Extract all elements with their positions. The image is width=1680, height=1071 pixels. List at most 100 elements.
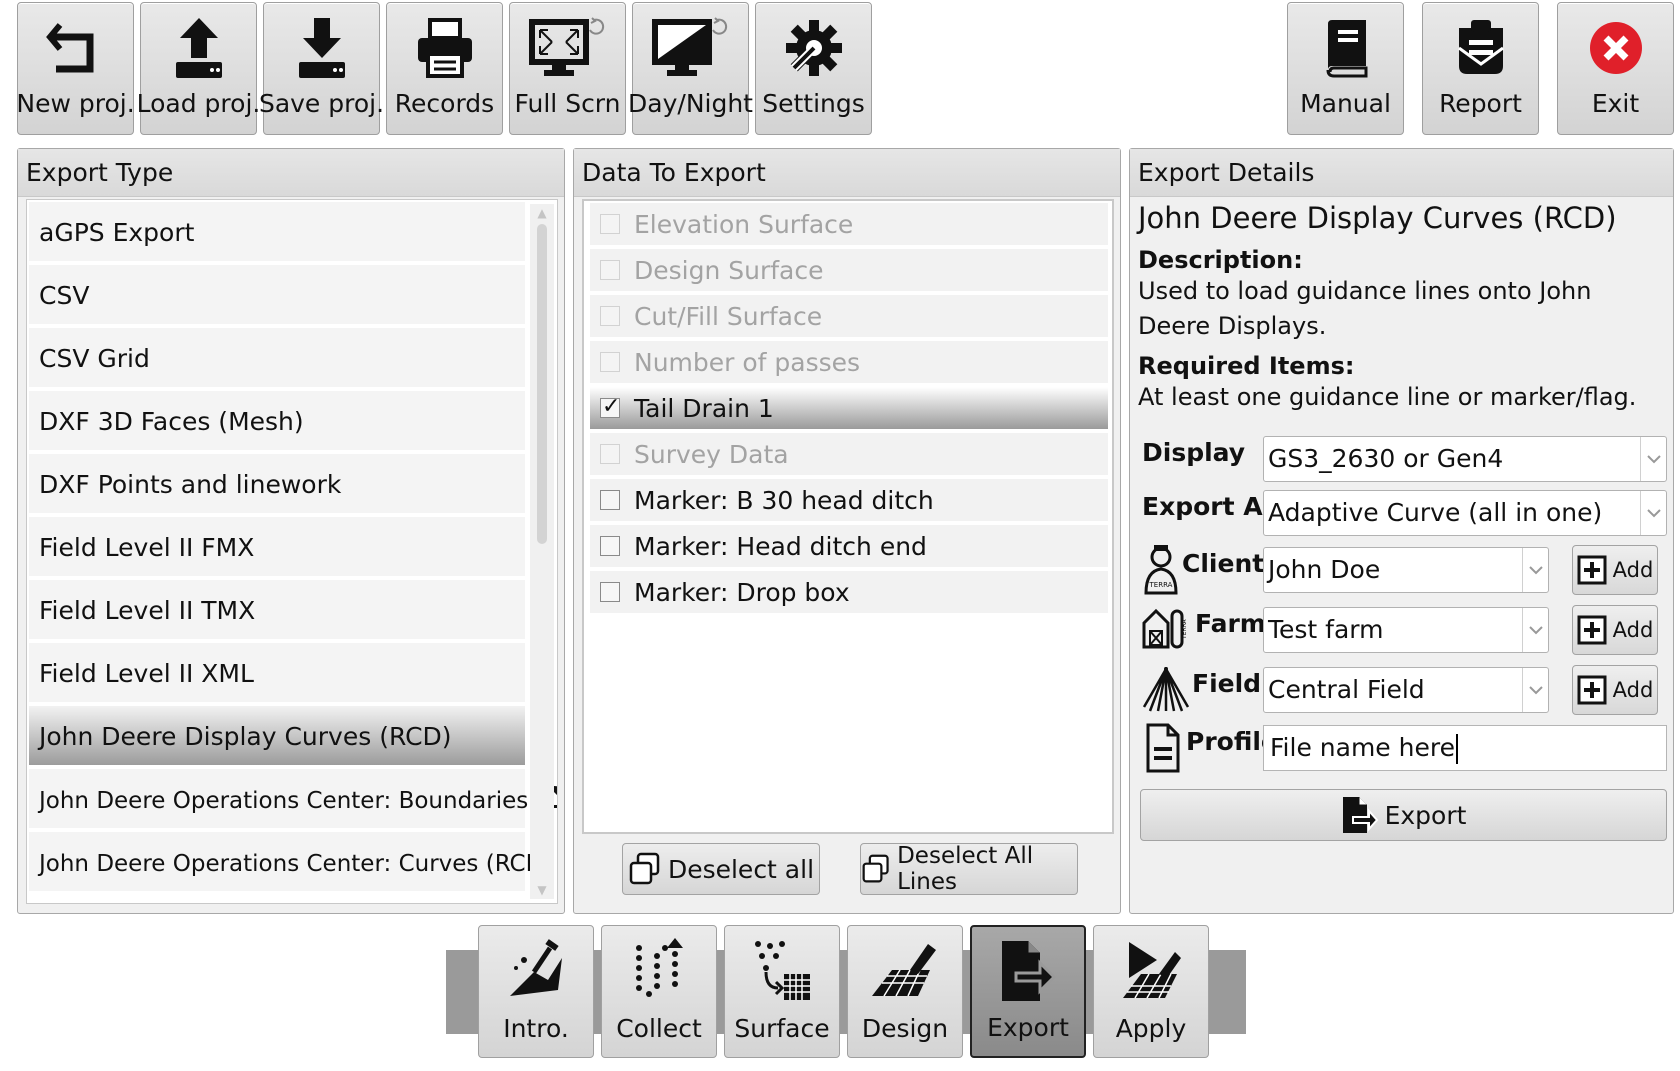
- export-type-item[interactable]: DXF Points and linework: [29, 454, 525, 515]
- data-to-export-panel: Data To Export Elevation Surface Design …: [573, 148, 1121, 914]
- field-dropdown[interactable]: Central Field: [1263, 667, 1549, 713]
- export-type-item[interactable]: CSV: [29, 265, 525, 326]
- export-type-item[interactable]: CSV Grid: [29, 328, 525, 389]
- nav-collect-label: Collect: [616, 1014, 702, 1043]
- required-items-text: At least one guidance line or marker/fla…: [1138, 383, 1637, 411]
- new-project-button[interactable]: New proj.: [16, 2, 135, 135]
- profile-file-name-input[interactable]: File name here: [1263, 725, 1667, 771]
- export-type-title: Export Type: [18, 149, 564, 197]
- data-row-survey-data[interactable]: Survey Data: [590, 433, 1108, 477]
- export-type-item[interactable]: DXF 3D Faces (Mesh): [29, 391, 525, 452]
- client-dropdown[interactable]: John Doe: [1263, 547, 1549, 593]
- checkbox[interactable]: [600, 260, 620, 280]
- export-type-item[interactable]: John Deere Operations Center: Boundaries: [29, 769, 557, 830]
- nav-intro-label: Intro.: [503, 1014, 569, 1043]
- farm-dropdown[interactable]: Test farm: [1263, 607, 1549, 653]
- chevron-down-icon[interactable]: [1640, 491, 1666, 535]
- data-row-number-of-passes[interactable]: Number of passes: [590, 341, 1108, 385]
- data-row-elevation-surface[interactable]: Elevation Surface: [590, 203, 1108, 247]
- records-button[interactable]: Records: [386, 2, 503, 135]
- save-project-button[interactable]: Save proj.: [259, 2, 384, 135]
- nav-export-label: Export: [987, 1013, 1069, 1042]
- export-type-panel: Export Type aGPS Export CSV CSV Grid DXF…: [17, 148, 565, 914]
- checkbox[interactable]: [600, 444, 620, 464]
- export-type-item-selected[interactable]: John Deere Display Curves (RCD): [29, 706, 525, 767]
- checkbox[interactable]: [600, 306, 620, 326]
- day-night-monitor-icon: [633, 13, 748, 83]
- new-project-label: New proj.: [16, 89, 135, 118]
- export-type-item[interactable]: aGPS Export: [29, 202, 525, 263]
- export-as-dropdown[interactable]: Adaptive Curve (all in one): [1263, 490, 1667, 536]
- add-client-button[interactable]: Add: [1572, 545, 1658, 595]
- day-night-button[interactable]: Day/Night: [628, 2, 753, 135]
- export-as-label: Export As: [1142, 492, 1278, 521]
- farm-barn-icon: TERRA: [1142, 605, 1188, 653]
- deselect-all-lines-button[interactable]: Deselect All Lines: [860, 843, 1078, 895]
- nav-surface-button[interactable]: Surface: [724, 925, 840, 1058]
- chevron-down-icon[interactable]: [1522, 548, 1548, 592]
- records-label: Records: [394, 89, 495, 118]
- export-button[interactable]: Export: [1140, 789, 1667, 841]
- nav-design-button[interactable]: Design: [847, 925, 963, 1058]
- scroll-up-icon[interactable]: ▲: [530, 206, 554, 220]
- close-circle-icon: [1558, 13, 1673, 83]
- undo-arrow-icon: [18, 13, 133, 83]
- download-icon: [264, 13, 379, 83]
- checkbox[interactable]: [600, 536, 620, 556]
- load-project-button[interactable]: Load proj.: [137, 2, 260, 135]
- exit-button[interactable]: Exit: [1557, 2, 1674, 135]
- nav-surface-label: Surface: [734, 1014, 830, 1043]
- nav-design-label: Design: [861, 1014, 949, 1043]
- data-row-marker-drop-box[interactable]: Marker: Drop box: [590, 571, 1108, 615]
- checkbox-checked[interactable]: [600, 394, 620, 419]
- collect-path-icon: [602, 934, 716, 1006]
- gear-wrench-icon: [756, 13, 871, 83]
- chevron-down-icon[interactable]: [1640, 437, 1666, 481]
- data-row-tail-drain-1[interactable]: Tail Drain 1: [590, 387, 1108, 431]
- export-type-list: aGPS Export CSV CSV Grid DXF 3D Faces (M…: [26, 199, 558, 904]
- display-dropdown[interactable]: GS3_2630 or Gen4: [1263, 436, 1667, 482]
- text-caret: [1455, 734, 1458, 764]
- nav-intro-button[interactable]: Intro.: [478, 925, 594, 1058]
- data-row-marker-head-ditch-end[interactable]: Marker: Head ditch end: [590, 525, 1108, 569]
- add-farm-button[interactable]: Add: [1572, 605, 1658, 655]
- checkbox[interactable]: [600, 352, 620, 372]
- scroll-thumb[interactable]: [537, 224, 547, 544]
- settings-button[interactable]: Settings: [755, 2, 872, 135]
- report-label: Report: [1439, 89, 1522, 118]
- export-type-item[interactable]: Field Level II FMX: [29, 517, 525, 578]
- checkbox[interactable]: [600, 582, 620, 602]
- checkbox[interactable]: [600, 214, 620, 234]
- scroll-down-icon[interactable]: ▼: [530, 883, 554, 897]
- full-screen-button[interactable]: Full Scrn: [509, 2, 626, 135]
- export-type-item[interactable]: Field Level II TMX: [29, 580, 525, 641]
- report-button[interactable]: Report: [1422, 2, 1539, 135]
- checkbox[interactable]: [600, 490, 620, 510]
- required-items-label: Required Items:: [1138, 352, 1355, 380]
- book-icon: [1288, 13, 1403, 83]
- display-label: Display: [1142, 438, 1246, 467]
- export-type-item[interactable]: John Deere Operations Center: Curves (RC…: [29, 832, 552, 893]
- manual-button[interactable]: Manual: [1287, 2, 1404, 135]
- manual-label: Manual: [1300, 89, 1391, 118]
- settings-label: Settings: [762, 89, 865, 118]
- data-row-design-surface[interactable]: Design Surface: [590, 249, 1108, 293]
- nav-apply-button[interactable]: Apply: [1093, 925, 1209, 1058]
- load-project-label: Load proj.: [136, 89, 261, 118]
- add-field-button[interactable]: Add: [1572, 665, 1658, 715]
- data-row-cut-fill-surface[interactable]: Cut/Fill Surface: [590, 295, 1108, 339]
- deselect-all-button[interactable]: Deselect all: [622, 843, 820, 895]
- chevron-down-icon[interactable]: [1522, 608, 1548, 652]
- export-type-scrollbar[interactable]: ▲ ▼: [530, 204, 554, 899]
- export-type-item[interactable]: Field Level II XML: [29, 643, 525, 704]
- shovel-dirt-icon: [479, 934, 593, 1006]
- data-to-export-list: Elevation Surface Design Surface Cut/Fil…: [582, 199, 1114, 834]
- description-text: Used to load guidance lines onto John De…: [1138, 277, 1592, 340]
- description-label: Description:: [1138, 246, 1303, 274]
- data-row-marker-b30-head-ditch[interactable]: Marker: B 30 head ditch: [590, 479, 1108, 523]
- plus-square-icon: [1577, 555, 1607, 585]
- chevron-down-icon[interactable]: [1522, 668, 1548, 712]
- nav-collect-button[interactable]: Collect: [601, 925, 717, 1058]
- nav-export-button[interactable]: Export: [970, 925, 1086, 1058]
- exit-label: Exit: [1591, 89, 1640, 118]
